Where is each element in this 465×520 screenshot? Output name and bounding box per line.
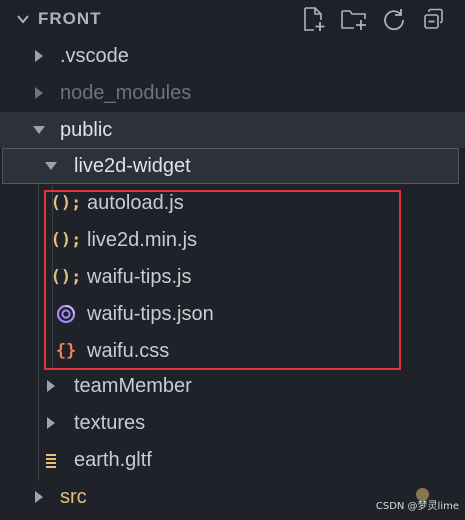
tree-item-live2d-widget[interactable]: live2d-widget [2, 148, 459, 184]
tree-item-label: .vscode [60, 45, 129, 67]
tree-item-node-modules[interactable]: node_modules [0, 75, 465, 111]
watermark-text: CSDN @梦灵lime [375, 501, 459, 512]
file-explorer: FRONT .vscode node_modules public live2d… [0, 0, 465, 520]
chevron-right-icon[interactable] [32, 49, 46, 63]
tree-item-public[interactable]: public [0, 112, 465, 148]
collapse-all-icon[interactable] [419, 5, 449, 33]
tree-item-label: live2d-widget [74, 155, 191, 177]
tree-item-vscode[interactable]: .vscode [0, 38, 465, 74]
chevron-down-icon[interactable] [32, 123, 46, 137]
new-file-icon[interactable] [299, 5, 329, 33]
tree-item-teammember[interactable]: teamMember [0, 368, 465, 404]
tree-item-label: node_modules [60, 82, 192, 104]
section-title: FRONT [38, 9, 102, 28]
explorer-header[interactable]: FRONT [0, 0, 465, 38]
chevron-down-icon[interactable] [16, 12, 30, 26]
chevron-right-icon[interactable] [32, 86, 46, 100]
chevron-right-icon[interactable] [44, 379, 58, 393]
tree-item-label: earth.gltf [74, 449, 152, 471]
tree-item-label: src [60, 486, 87, 508]
annotation-highlight-box [44, 190, 401, 370]
tree-item-earth-gltf[interactable]: earth.gltf [0, 442, 465, 478]
lines-file-icon [40, 450, 62, 470]
tree-item-label: textures [74, 412, 146, 434]
new-folder-icon[interactable] [339, 5, 369, 33]
chevron-right-icon[interactable] [44, 416, 58, 430]
tree-item-label: public [60, 119, 113, 141]
explorer-actions [299, 5, 449, 33]
tree-item-textures[interactable]: textures [0, 405, 465, 441]
refresh-icon[interactable] [379, 5, 409, 33]
chevron-right-icon[interactable] [32, 490, 46, 504]
chevron-down-icon[interactable] [44, 159, 58, 173]
tree-item-label: teamMember [74, 375, 192, 397]
